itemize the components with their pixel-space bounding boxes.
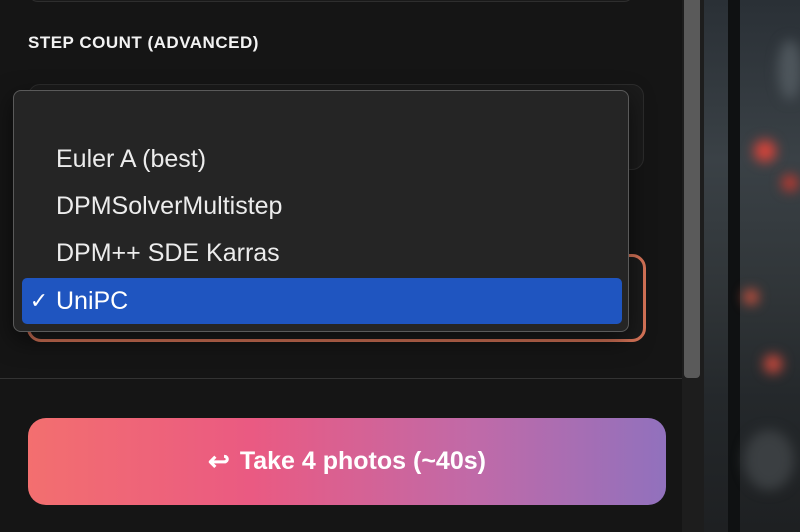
menu-item-label: Euler A (best) xyxy=(56,144,207,173)
menu-item-label: UniPC xyxy=(56,286,129,315)
bokeh-light xyxy=(782,175,798,191)
menu-item-dpmsolver-multistep[interactable]: DPMSolverMultistep xyxy=(22,183,622,229)
bokeh-light xyxy=(764,355,782,373)
menu-item-dpm-sde-karras[interactable]: DPM++ SDE Karras xyxy=(22,230,622,276)
menu-item-euler-a[interactable]: Euler A (best) xyxy=(22,136,622,182)
bokeh-shape xyxy=(744,430,794,490)
scrollbar-thumb[interactable] xyxy=(684,0,700,378)
bokeh-shape xyxy=(778,40,800,100)
previous-field[interactable] xyxy=(28,0,634,2)
bokeh-light xyxy=(744,290,758,304)
menu-item-label: DPM++ SDE Karras xyxy=(56,238,280,267)
checkmark-icon: ✓ xyxy=(29,288,49,313)
take-photos-button[interactable]: ↩ Take 4 photos (~40s) xyxy=(28,418,666,505)
menu-item-unipc[interactable]: ✓ UniPC xyxy=(22,278,622,324)
step-count-label: STEP COUNT (ADVANCED) xyxy=(28,33,259,52)
photo-preview xyxy=(704,0,800,532)
pole-shape xyxy=(728,0,740,532)
take-photos-label: Take 4 photos (~40s) xyxy=(239,447,486,475)
scheduler-dropdown-menu: Euler A (best) DPMSolverMultistep DPM++ … xyxy=(13,90,629,332)
return-icon: ↩ xyxy=(208,446,230,476)
menu-item-label: DPMSolverMultistep xyxy=(56,191,283,220)
bokeh-light xyxy=(754,140,776,162)
divider xyxy=(0,378,682,379)
